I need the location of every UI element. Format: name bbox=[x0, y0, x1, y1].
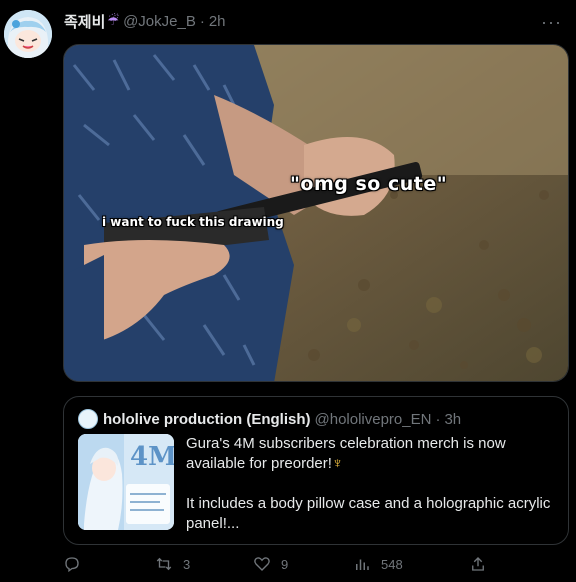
tweet-media-image[interactable]: "omg so cute" i want to fuck this drawin… bbox=[63, 44, 569, 382]
separator-dot: · bbox=[199, 12, 205, 30]
more-options-icon[interactable]: ··· bbox=[541, 12, 562, 33]
quoted-text-line2: It includes a body pillow case and a hol… bbox=[186, 495, 551, 532]
retweet-icon bbox=[156, 557, 172, 571]
share-button[interactable] bbox=[469, 555, 497, 573]
tweet-timestamp[interactable]: 2h bbox=[209, 13, 226, 30]
views-icon bbox=[356, 559, 369, 570]
meme-caption-left: i want to fuck this drawing bbox=[102, 215, 284, 229]
heart-icon bbox=[254, 557, 270, 571]
author-avatar[interactable] bbox=[4, 10, 52, 58]
quoted-separator-dot: · bbox=[435, 410, 441, 428]
quoted-timestamp[interactable]: 3h bbox=[444, 411, 461, 428]
author-name[interactable]: 족제비 bbox=[64, 11, 105, 32]
quoted-tweet[interactable]: hololive production (English) @hololivep… bbox=[63, 396, 569, 545]
quoted-author-name[interactable]: hololive production (English) bbox=[103, 411, 311, 428]
retweet-button[interactable]: 3 bbox=[155, 555, 190, 573]
meme-photo bbox=[64, 45, 568, 381]
quoted-text-line1: Gura's 4M subscribers celebration merch … bbox=[186, 435, 506, 472]
trident-emoji-icon: ♆ bbox=[331, 455, 344, 472]
share-icon bbox=[472, 557, 484, 571]
umbrella-emoji-icon: ☔ bbox=[107, 13, 120, 28]
like-count: 9 bbox=[281, 556, 289, 572]
views-count: 548 bbox=[381, 556, 403, 572]
reply-button[interactable] bbox=[63, 555, 91, 573]
views-button[interactable]: 548 bbox=[353, 555, 403, 573]
meme-caption-top: "omg so cute" bbox=[290, 173, 448, 195]
quoted-tweet-header: hololive production (English) @hololivep… bbox=[78, 409, 461, 429]
tweet-header: 족제비 ☔ @JokJe_B · 2h bbox=[64, 10, 226, 32]
retweet-count: 3 bbox=[183, 556, 191, 572]
like-button[interactable]: 9 bbox=[253, 555, 288, 573]
quoted-author-handle[interactable]: @hololivepro_EN bbox=[315, 411, 432, 428]
quoted-media-thumbnail[interactable]: 4M bbox=[78, 434, 174, 530]
tweet-actions-bar: 3 9 548 bbox=[63, 555, 569, 579]
quoted-author-avatar[interactable] bbox=[78, 409, 98, 429]
author-handle[interactable]: @JokJe_B bbox=[123, 13, 196, 30]
merch-thumb-title: 4M bbox=[130, 442, 174, 472]
quoted-tweet-text: Gura's 4M subscribers celebration merch … bbox=[186, 434, 556, 534]
reply-icon bbox=[65, 557, 79, 573]
